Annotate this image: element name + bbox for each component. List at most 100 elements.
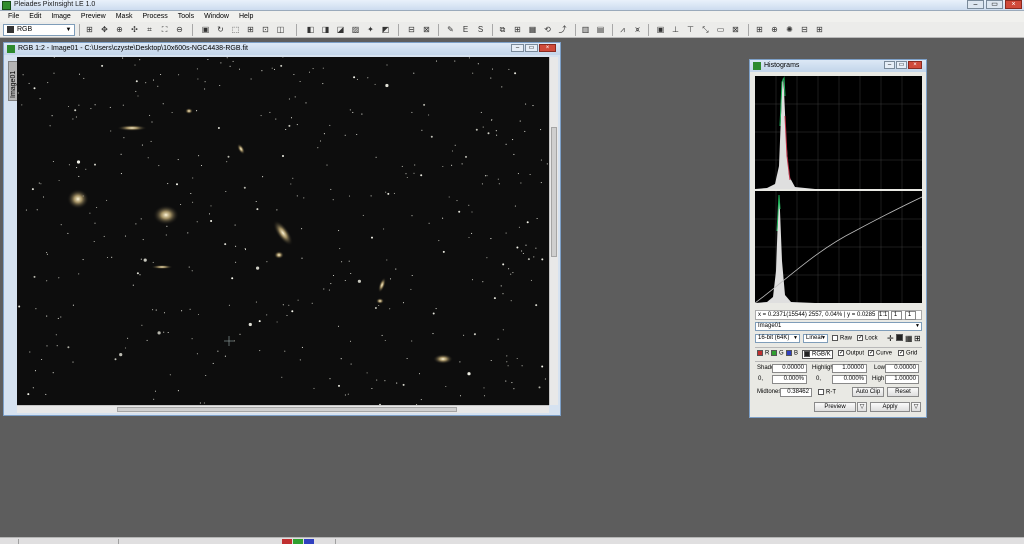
dark-mode-icon[interactable] bbox=[896, 334, 903, 341]
mask-icon[interactable]: ◧ bbox=[305, 25, 316, 35]
bit-depth-select[interactable]: 16-bit (64K) ▼ bbox=[755, 334, 800, 343]
mask-enable-icon[interactable]: ▨ bbox=[350, 25, 361, 35]
zoom-b-field[interactable]: 1 bbox=[905, 311, 916, 320]
brightness-icon[interactable]: ✺ bbox=[784, 25, 795, 35]
new-image-icon[interactable]: ⊞ bbox=[84, 25, 95, 35]
raw-checkbox[interactable]: Raw bbox=[832, 335, 852, 342]
script-icon[interactable]: ✎ bbox=[445, 25, 456, 35]
shadows-value-field[interactable]: 0.00000 bbox=[772, 364, 807, 373]
export-icon[interactable]: ⊠ bbox=[730, 25, 741, 35]
curves-icon[interactable]: ⤴ bbox=[557, 25, 568, 35]
output-checkbox[interactable]: ✓ Output bbox=[838, 350, 864, 357]
menu-file[interactable]: File bbox=[3, 13, 24, 20]
menu-window[interactable]: Window bbox=[199, 13, 234, 20]
close-button[interactable]: × bbox=[1005, 0, 1022, 9]
menu-preview[interactable]: Preview bbox=[76, 13, 111, 20]
output-histogram-plot[interactable] bbox=[755, 76, 922, 189]
stretch-icon[interactable]: ⤡ bbox=[700, 25, 711, 35]
compare-icon[interactable]: ⊥ bbox=[670, 25, 681, 35]
statistics-icon[interactable]: ⩘ bbox=[617, 25, 628, 35]
preview-icon[interactable]: ⊡ bbox=[260, 25, 271, 35]
output-checkbox-box[interactable]: ✓ bbox=[838, 350, 844, 356]
minimize-button[interactable]: – bbox=[967, 0, 984, 9]
image-maximize-button[interactable]: ▭ bbox=[525, 44, 538, 52]
split-icon[interactable]: ⊤ bbox=[685, 25, 696, 35]
view-select[interactable]: Image01 ▼ bbox=[755, 322, 922, 331]
zoom-icon[interactable]: ⊕ bbox=[114, 25, 125, 35]
layer-s-icon[interactable]: S bbox=[475, 25, 486, 35]
maximize-button[interactable]: ▭ bbox=[986, 0, 1003, 9]
curve-checkbox-box[interactable]: ✓ bbox=[868, 350, 874, 356]
zoom-a-field[interactable]: 1 bbox=[891, 311, 902, 320]
image-minimize-button[interactable]: – bbox=[511, 44, 524, 52]
rotate-icon[interactable]: ↻ bbox=[215, 25, 226, 35]
channel-b-toggle[interactable]: B bbox=[786, 350, 798, 357]
cursor-mode-icon[interactable]: ✛ bbox=[887, 334, 894, 343]
levels-icon[interactable]: ⩙ bbox=[632, 25, 643, 35]
raw-checkbox-box[interactable] bbox=[832, 335, 838, 341]
grid-large-icon[interactable]: ⊞ bbox=[914, 334, 921, 343]
histogram-color-icon[interactable]: ▥ bbox=[580, 25, 591, 35]
menu-process[interactable]: Process bbox=[137, 13, 172, 20]
highlights-value-field[interactable]: 1.00000 bbox=[832, 364, 867, 373]
menu-edit[interactable]: Edit bbox=[24, 13, 46, 20]
lock-checkbox-box[interactable]: ✓ bbox=[857, 335, 863, 341]
star-icon[interactable]: ✦ bbox=[365, 25, 376, 35]
lock-checkbox[interactable]: ✓ Lock bbox=[857, 335, 878, 342]
low-value-field[interactable]: 0.00000 bbox=[885, 364, 919, 373]
mask-overlay-icon[interactable]: ◩ bbox=[380, 25, 391, 35]
image-close-button[interactable]: × bbox=[539, 44, 556, 52]
rt-checkbox-box[interactable] bbox=[818, 389, 824, 395]
crop-icon[interactable]: ⌗ bbox=[144, 25, 155, 35]
channel-icon[interactable]: ⊞ bbox=[814, 25, 825, 35]
histogram-icon[interactable]: ▤ bbox=[595, 25, 606, 35]
midtones-value-field[interactable]: 0.38462 bbox=[780, 388, 812, 397]
preview-button[interactable]: Preview bbox=[814, 402, 856, 412]
zoom-in-icon[interactable]: ⊕ bbox=[769, 25, 780, 35]
auto-clip-button[interactable]: Auto Clip bbox=[852, 387, 884, 397]
hist-close-button[interactable]: × bbox=[908, 61, 922, 69]
zoom-out-icon[interactable]: ⊖ bbox=[174, 25, 185, 35]
high-value-field[interactable]: 1.00000 bbox=[885, 375, 919, 384]
grid-view-icon[interactable]: ▦ bbox=[905, 334, 913, 343]
preview-select-icon[interactable]: ◫ bbox=[275, 25, 286, 35]
zoom-fit-icon[interactable]: ⊞ bbox=[754, 25, 765, 35]
vertical-scroll-thumb[interactable] bbox=[551, 127, 557, 257]
apply-dropdown-button[interactable]: ▽ bbox=[911, 402, 921, 412]
channel-r-toggle[interactable]: R bbox=[757, 350, 769, 357]
image-canvas[interactable] bbox=[17, 57, 549, 405]
mask-show-icon[interactable]: ◨ bbox=[320, 25, 331, 35]
fit-icon[interactable]: ⛶ bbox=[159, 25, 170, 35]
menu-tools[interactable]: Tools bbox=[173, 13, 199, 20]
zoom-horizontal-field[interactable]: 1:1 bbox=[878, 311, 889, 320]
curve-checkbox[interactable]: ✓ Curve bbox=[868, 350, 892, 357]
grid-view-icon[interactable]: ⊟ bbox=[799, 25, 810, 35]
process-icon[interactable]: ⊟ bbox=[406, 25, 417, 35]
grid-checkbox[interactable]: ✓ Grid bbox=[898, 350, 917, 357]
reset-view-icon[interactable]: ⟲ bbox=[542, 25, 553, 35]
menu-image[interactable]: Image bbox=[46, 13, 75, 20]
horizontal-scroll-thumb[interactable] bbox=[117, 407, 457, 412]
view-icon[interactable]: ▦ bbox=[527, 25, 538, 35]
select-icon[interactable]: ⬚ bbox=[230, 25, 241, 35]
execute-icon[interactable]: ⊠ bbox=[421, 25, 432, 35]
scale-select[interactable]: Linear ▼ bbox=[803, 334, 828, 343]
grid-icon[interactable]: ⊞ bbox=[245, 25, 256, 35]
rt-checkbox[interactable]: R-T bbox=[818, 389, 836, 396]
input-histogram-plot[interactable] bbox=[755, 191, 922, 303]
menu-mask[interactable]: Mask bbox=[111, 13, 138, 20]
screen-icon[interactable]: ▭ bbox=[715, 25, 726, 35]
apply-button[interactable]: Apply bbox=[870, 402, 910, 412]
pan-icon[interactable]: ✣ bbox=[129, 25, 140, 35]
grid-checkbox-box[interactable]: ✓ bbox=[898, 350, 904, 356]
mask-invert-icon[interactable]: ◪ bbox=[335, 25, 346, 35]
channel-rgbk-toggle[interactable]: RGB/K bbox=[802, 350, 833, 359]
layer-e-icon[interactable]: E bbox=[460, 25, 471, 35]
reset-button[interactable]: Reset bbox=[887, 387, 919, 397]
hist-minimize-button[interactable]: – bbox=[884, 61, 895, 69]
horizontal-scrollbar[interactable] bbox=[17, 405, 549, 413]
resample-icon[interactable]: ⊞ bbox=[512, 25, 523, 35]
channel-g-toggle[interactable]: G bbox=[771, 350, 784, 357]
color-space-select[interactable]: RGB ▼ bbox=[3, 24, 75, 36]
hist-maximize-button[interactable]: ▭ bbox=[896, 61, 907, 69]
